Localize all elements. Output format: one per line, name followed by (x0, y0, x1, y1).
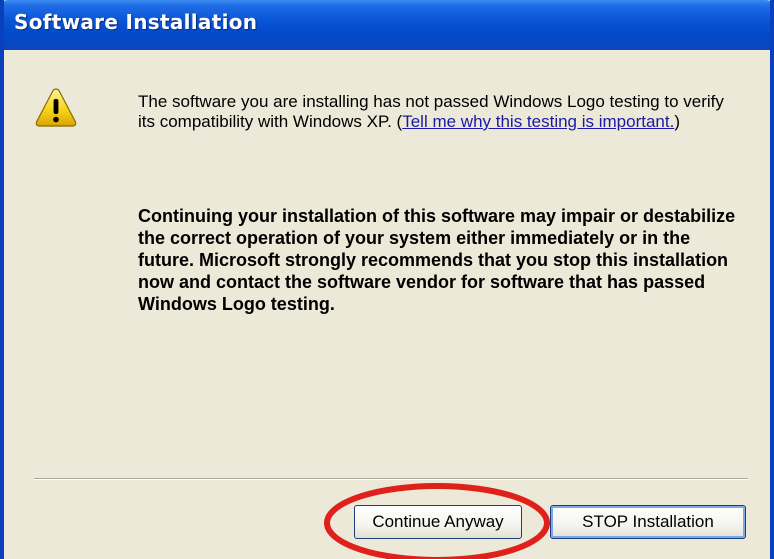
window-title: Software Installation (14, 10, 258, 34)
dialog-window: Software Installation The software you a… (0, 0, 774, 559)
warning-message: Continuing your installation of this sof… (138, 206, 736, 314)
separator (34, 478, 748, 480)
continue-anyway-button[interactable]: Continue Anyway (354, 505, 522, 539)
compatibility-message: The software you are installing has not … (138, 92, 738, 132)
message-text-end: ) (674, 112, 680, 131)
warning-triangle-icon (35, 88, 77, 127)
why-testing-important-link[interactable]: Tell me why this testing is important. (402, 112, 674, 131)
stop-installation-button[interactable]: STOP Installation (550, 505, 746, 539)
title-bar[interactable]: Software Installation (4, 0, 770, 50)
